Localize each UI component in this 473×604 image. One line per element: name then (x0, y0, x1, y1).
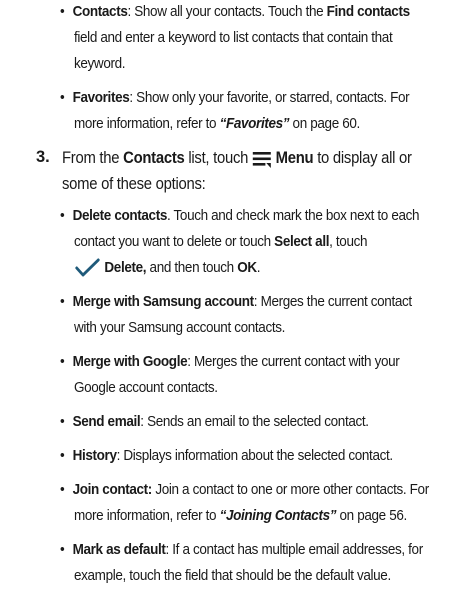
option-merge-google-line2: Google account contacts. (74, 379, 218, 396)
step-3-line2: some of these options: (62, 175, 206, 193)
bullet: • (60, 481, 65, 498)
item-contacts-line3: keyword. (74, 55, 126, 72)
ref-joining-contacts[interactable]: “Joining Contacts” (220, 507, 337, 524)
option-delete-contacts: • Delete contacts. Touch and check mark t… (60, 207, 420, 224)
option-join-line2: more information, refer to “Joining Cont… (74, 507, 407, 524)
bullet: • (60, 447, 65, 464)
step-3: From the Contacts list, touch Menu to di… (62, 149, 412, 168)
option-delete-line3: Delete, and then touch OK. (74, 258, 260, 278)
item-contacts: • Contacts: Show all your contacts. Touch… (60, 3, 410, 20)
option-delete-line2: contact you want to delete or touch Sele… (74, 233, 368, 250)
option-history: • History: Displays information about the… (60, 447, 393, 464)
manual-page: • Contacts: Show all your contacts. Touch… (0, 0, 473, 604)
item-contacts-line2: field and enter a keyword to list contac… (74, 29, 393, 46)
bullet: • (60, 3, 65, 20)
ref-favorites[interactable]: “Favorites” (220, 115, 290, 132)
option-send-email: • Send email: Sends an email to the selec… (60, 413, 369, 430)
bullet: • (60, 207, 65, 224)
bullet: • (60, 293, 65, 310)
menu-icon (252, 151, 271, 168)
item-favorites-line2: more information, refer to “Favorites” o… (74, 115, 360, 132)
option-merge-google: • Merge with Google: Merges the current c… (60, 353, 400, 370)
option-merge-samsung: • Merge with Samsung account: Merges the … (60, 293, 412, 310)
checkmark-icon (75, 258, 100, 277)
option-mark-default-line2: example, touch the field that should be … (74, 567, 391, 584)
bullet: • (60, 541, 65, 558)
step-number: 3. (36, 148, 50, 166)
option-merge-samsung-line2: with your Samsung account contacts. (74, 319, 286, 336)
bullet: • (60, 89, 65, 106)
option-mark-default: • Mark as default: If a contact has multi… (60, 541, 423, 558)
bullet: • (60, 413, 65, 430)
bullet: • (60, 353, 65, 370)
option-join-contact: • Join contact: Join a contact to one or … (60, 481, 429, 498)
item-favorites: • Favorites: Show only your favorite, or … (60, 89, 410, 106)
